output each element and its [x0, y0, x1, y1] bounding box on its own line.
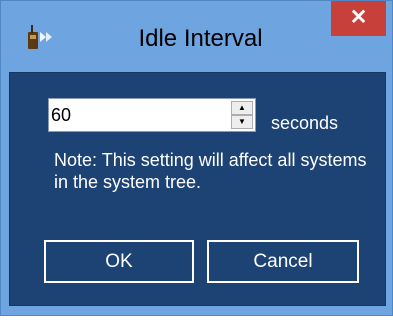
idle-interval-dialog: Idle Interval ✕ ▲ ▼ seconds Note: This s…	[0, 0, 393, 316]
interval-stepper[interactable]: ▲ ▼	[48, 98, 256, 132]
title-bar[interactable]: Idle Interval ✕	[1, 1, 392, 72]
close-button[interactable]: ✕	[331, 1, 386, 36]
note-text: Note: This setting will affect all syste…	[54, 150, 367, 192]
close-icon: ✕	[349, 6, 368, 29]
chevron-down-icon: ▼	[238, 117, 246, 126]
unit-label: seconds	[271, 113, 339, 133]
cancel-button[interactable]: Cancel	[207, 240, 359, 283]
ok-button[interactable]: OK	[44, 240, 194, 283]
dialog-content: ▲ ▼ seconds Note: This setting will affe…	[9, 72, 386, 306]
chevron-up-icon: ▲	[238, 103, 246, 112]
decrement-button[interactable]: ▼	[231, 115, 253, 129]
interval-input[interactable]	[51, 102, 221, 128]
stepper-buttons: ▲ ▼	[231, 101, 253, 129]
increment-button[interactable]: ▲	[231, 101, 253, 115]
